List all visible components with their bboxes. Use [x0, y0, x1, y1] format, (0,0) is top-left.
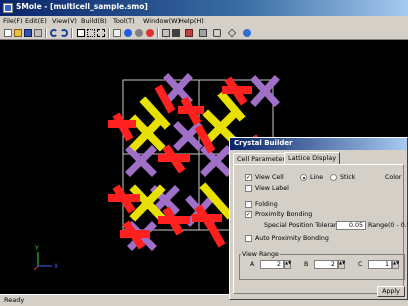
apply-button[interactable]: Apply	[377, 286, 405, 297]
auto-proximity-bonding-label: Auto Proximity Bonding	[255, 235, 329, 242]
menu-file[interactable]: File(F)	[3, 16, 23, 27]
axis-x-label: X	[54, 263, 58, 270]
select-dotted-icon[interactable]	[87, 29, 95, 37]
atom-red-icon[interactable]	[146, 29, 154, 37]
dialog-title-bar[interactable]: Crystal Builder	[230, 138, 407, 150]
range-c-spinner[interactable]: ▲▼	[392, 260, 399, 269]
menu-help[interactable]: Help(H)	[179, 16, 204, 27]
save-icon[interactable]	[24, 29, 32, 37]
app-icon[interactable]	[3, 3, 13, 13]
tolerance-label: Special Position Tolerance:	[264, 222, 348, 229]
view-cell-checkbox[interactable]: ✓	[245, 174, 252, 181]
status-text: Ready	[4, 296, 25, 304]
window-title: SMole - [multicell_sample.smo]	[16, 2, 148, 11]
view-label-label: View Label	[255, 185, 289, 192]
stick-radio[interactable]	[330, 174, 337, 181]
auto-proximity-bonding-checkbox[interactable]	[245, 235, 252, 242]
toolbar-separator	[108, 28, 110, 38]
new-file-icon[interactable]	[4, 29, 12, 37]
folding-label: Folding	[255, 201, 278, 208]
atom-gray-icon[interactable]	[135, 29, 143, 37]
redo-icon[interactable]	[60, 29, 68, 37]
axis-y-label: Y	[34, 245, 39, 252]
menu-window[interactable]: Window(W)	[143, 16, 180, 27]
tab-lattice-display[interactable]: Lattice Display	[284, 152, 341, 164]
range-a-spinner[interactable]: ▲▼	[284, 260, 291, 269]
toolbar-separator	[157, 28, 159, 38]
menu-view[interactable]: View(V)	[52, 16, 77, 27]
range-a-label: A	[250, 261, 255, 268]
diamond-icon[interactable]	[227, 28, 237, 38]
view-label-checkbox[interactable]	[245, 185, 252, 192]
select-icon[interactable]	[77, 29, 85, 37]
dialog-title: Crystal Builder	[234, 139, 293, 147]
stick-label: Stick	[340, 174, 356, 181]
view-range-label: View Range	[241, 250, 280, 259]
range-b-label: B	[304, 261, 309, 268]
view-cell-label: View Cell	[255, 174, 284, 181]
toolbar-separator	[45, 28, 47, 38]
menu-edit[interactable]: Edit(E)	[25, 16, 47, 27]
toolbar-separator	[71, 28, 73, 38]
proximity-bonding-label: Proximity Bonding	[255, 211, 313, 218]
tolerance-range-label: Range(0 - 0.5)	[368, 222, 408, 229]
measure-icon[interactable]	[162, 29, 170, 37]
line-radio[interactable]	[300, 174, 307, 181]
color-label: Color	[385, 174, 402, 181]
title-bar: SMole - [multicell_sample.smo]	[0, 0, 408, 16]
undo-icon[interactable]	[50, 29, 58, 37]
select-box-icon[interactable]	[97, 29, 105, 37]
chain-icon[interactable]	[213, 29, 221, 37]
crystal-builder-dialog: Crystal Builder Cell Parameter Lattice D…	[229, 137, 408, 300]
proximity-bonding-checkbox[interactable]: ✓	[245, 211, 252, 218]
tolerance-input[interactable]: 0.05	[336, 221, 366, 230]
printer-icon[interactable]	[185, 29, 193, 37]
camera-icon[interactable]	[172, 29, 180, 37]
menu-bar: File(F) Edit(E) View(V) Build(B) Tool(T)…	[0, 16, 408, 27]
menu-build[interactable]: Build(B)	[81, 16, 107, 27]
display-icon[interactable]	[199, 29, 207, 37]
open-folder-icon[interactable]	[14, 29, 22, 37]
lattice-display-panel: ✓ View Cell Line Stick Color View Label …	[233, 164, 408, 294]
atom-blue-icon[interactable]	[124, 29, 132, 37]
atom-cross-icon[interactable]	[113, 29, 121, 37]
range-c-input[interactable]: 1	[368, 260, 392, 269]
range-a-input[interactable]: 2	[260, 260, 284, 269]
tab-cell-parameter[interactable]: Cell Parameter	[233, 153, 290, 164]
folding-checkbox[interactable]	[245, 201, 252, 208]
print-icon[interactable]	[34, 29, 42, 37]
line-label: Line	[310, 174, 324, 181]
range-b-input[interactable]: 2	[314, 260, 338, 269]
range-b-spinner[interactable]: ▲▼	[338, 260, 345, 269]
toolbar	[0, 27, 408, 40]
range-c-label: C	[358, 261, 363, 268]
menu-tool[interactable]: Tool(T)	[113, 16, 135, 27]
axis-indicator: Y X	[33, 245, 58, 271]
info-icon[interactable]	[243, 29, 251, 37]
